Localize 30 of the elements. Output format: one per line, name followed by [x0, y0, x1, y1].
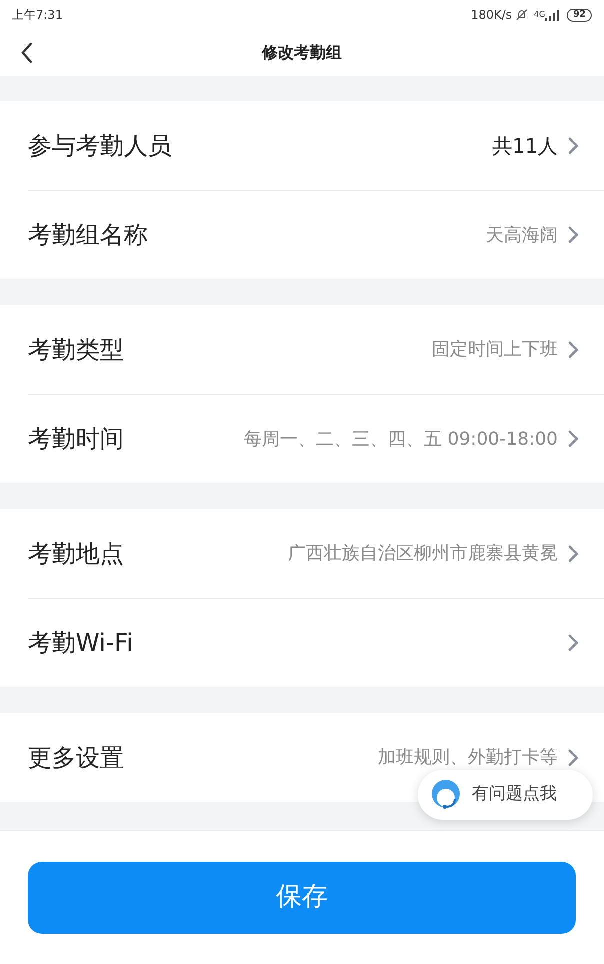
row-label: 考勤组名称 — [28, 220, 148, 251]
row-value: 固定时间上下班 — [432, 338, 558, 362]
row-value: 共11人 — [492, 132, 558, 160]
chevron-right-icon — [568, 748, 580, 766]
row-label: 考勤时间 — [28, 424, 124, 455]
chevron-right-icon — [568, 340, 580, 358]
row-label: 考勤地点 — [28, 538, 124, 570]
row-value: 广西壮族自治区柳州市鹿寨县黄冕 — [288, 542, 558, 566]
chevron-right-icon — [568, 226, 580, 244]
network-speed: 180K/s — [471, 7, 512, 24]
row-label: 考勤类型 — [28, 334, 124, 366]
battery-level: 92 — [567, 8, 592, 22]
row-value: 每周一、二、三、四、五 09:00-18:00 — [244, 428, 558, 452]
chevron-right-icon — [568, 430, 580, 448]
signal-icon — [545, 10, 560, 20]
network-type: 4G — [534, 9, 546, 21]
back-icon[interactable] — [20, 42, 34, 64]
chevron-right-icon — [568, 634, 580, 652]
status-time: 上午7:31 — [12, 7, 63, 24]
help-label: 有问题点我 — [472, 783, 557, 806]
row-value: 天高海阔 — [486, 224, 558, 248]
row-value: 加班规则、外勤打卡等 — [378, 746, 558, 770]
chevron-right-icon — [568, 136, 580, 154]
page-title: 修改考勤组 — [262, 42, 342, 64]
help-bubble[interactable]: 有问题点我 — [418, 770, 593, 820]
bell-muted-icon — [516, 9, 528, 21]
row-label: 考勤Wi-Fi — [28, 628, 134, 659]
row-label: 更多设置 — [28, 742, 124, 774]
row-label: 参与考勤人员 — [28, 130, 172, 162]
chevron-right-icon — [568, 544, 580, 562]
